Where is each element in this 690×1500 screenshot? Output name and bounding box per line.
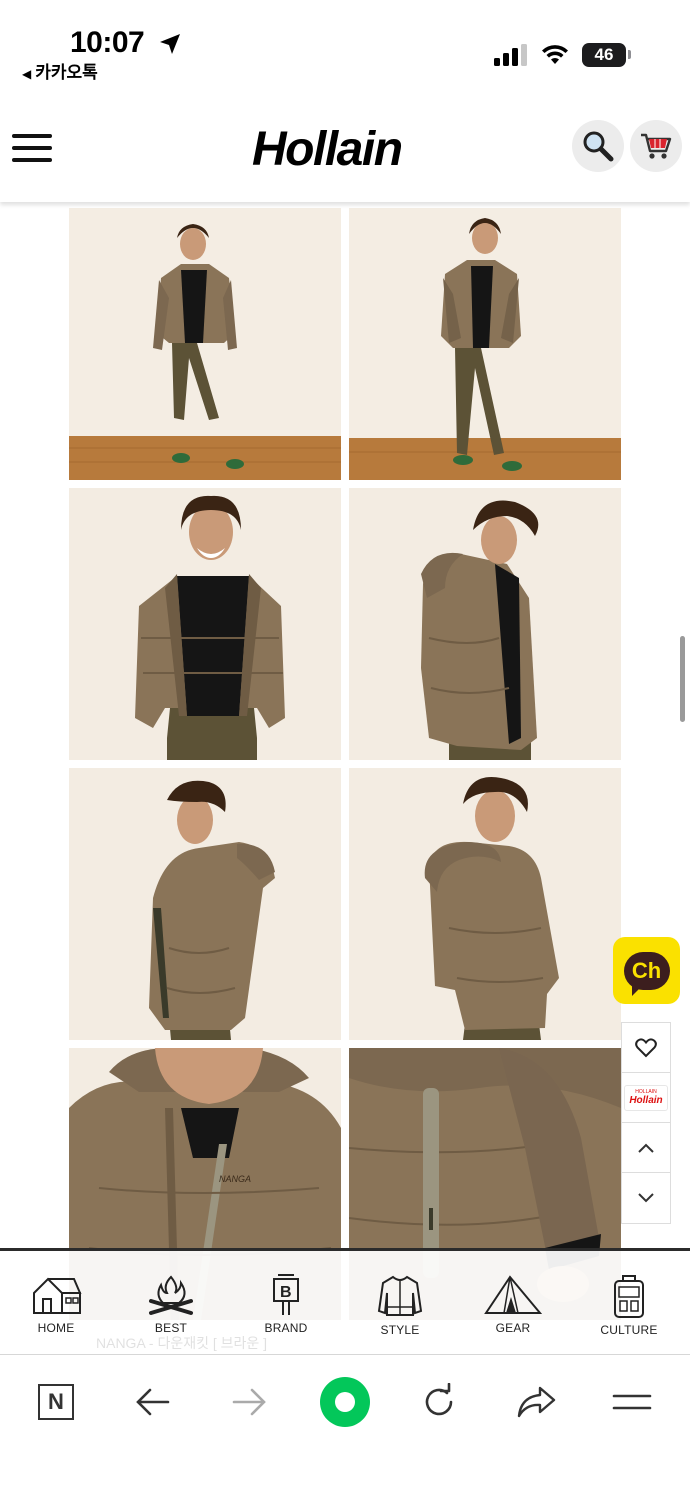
scroll-bottom-button[interactable] — [622, 1173, 670, 1223]
product-title-ghost-text: NANGA - 다운재킷 [ 브라운 ] — [96, 1335, 268, 1351]
green-home-icon — [320, 1377, 370, 1427]
nav-style[interactable]: STYLE — [355, 1273, 445, 1337]
product-photo[interactable] — [349, 208, 621, 480]
browser-toolbar: N — [0, 1354, 690, 1500]
sweater-icon — [377, 1275, 423, 1316]
reload-icon — [425, 1383, 453, 1416]
more-menu-button[interactable] — [612, 1379, 652, 1425]
location-arrow-icon — [160, 34, 180, 54]
forward-arrow-icon — [232, 1388, 266, 1416]
channel-chat-icon: Ch — [623, 951, 670, 996]
site-header: Hollain — [0, 100, 690, 202]
more-menu-icon — [612, 1394, 652, 1410]
battery-indicator: 46 — [582, 43, 626, 67]
page-scrollbar[interactable] — [680, 636, 685, 722]
product-photo[interactable] — [349, 488, 621, 760]
nav-culture[interactable]: CULTURE — [584, 1273, 674, 1337]
status-bar: 10:07 ◀ 카카오톡 46 — [0, 0, 690, 100]
product-photo[interactable] — [69, 488, 341, 760]
cellular-signal-icon — [494, 44, 527, 66]
wishlist-button[interactable] — [622, 1023, 670, 1073]
svg-text:NANGA: NANGA — [219, 1174, 251, 1184]
nav-best[interactable]: BEST — [126, 1273, 216, 1335]
recent-viewed-button[interactable]: HOLLAIN Hollain — [622, 1073, 670, 1123]
cart-button[interactable] — [630, 120, 682, 172]
wifi-icon — [542, 45, 568, 64]
campfire-icon — [149, 1275, 193, 1315]
tent-icon — [484, 1275, 542, 1314]
backpack-icon — [614, 1275, 644, 1318]
chevron-down-icon — [638, 1193, 654, 1203]
back-to-app-button[interactable]: ◀ 카카오톡 — [22, 58, 98, 83]
hamburger-menu-icon[interactable] — [12, 134, 52, 174]
back-app-label: 카카오톡 — [35, 63, 98, 83]
product-photo[interactable] — [349, 768, 621, 1040]
naver-n-icon: N — [38, 1384, 74, 1420]
reload-button[interactable] — [420, 1379, 458, 1425]
share-icon — [517, 1386, 556, 1418]
naver-home-button[interactable] — [320, 1377, 370, 1427]
floating-side-panel: HOLLAIN Hollain — [621, 1022, 671, 1224]
product-photo[interactable] — [69, 768, 341, 1040]
forward-button[interactable] — [230, 1379, 268, 1425]
back-arrow-icon — [136, 1388, 170, 1416]
chevron-up-icon — [638, 1143, 654, 1153]
kakao-channel-button[interactable]: Ch — [613, 937, 680, 1004]
signpost-icon: B — [273, 1274, 299, 1315]
product-photo[interactable] — [69, 208, 341, 480]
naver-button[interactable]: N — [38, 1379, 74, 1425]
house-icon — [33, 1277, 82, 1314]
site-logo[interactable]: Hollain — [252, 122, 403, 177]
battery-tip — [628, 50, 631, 59]
clock: 10:07 — [70, 26, 145, 59]
search-button[interactable] — [572, 120, 624, 172]
nav-gear[interactable]: GEAR — [468, 1273, 558, 1335]
magnifier-icon — [583, 131, 614, 162]
back-button[interactable] — [134, 1379, 172, 1425]
shopping-cart-icon — [641, 133, 672, 159]
scroll-top-button[interactable] — [622, 1123, 670, 1173]
nav-home[interactable]: HOME — [11, 1273, 101, 1335]
share-button[interactable] — [516, 1379, 556, 1425]
nav-brand[interactable]: B BRAND — [241, 1273, 331, 1335]
svg-text:B: B — [280, 1284, 292, 1301]
hollain-mini-logo: HOLLAIN Hollain — [624, 1084, 668, 1111]
heart-icon — [635, 1037, 657, 1057]
back-triangle-icon: ◀ — [22, 67, 32, 81]
